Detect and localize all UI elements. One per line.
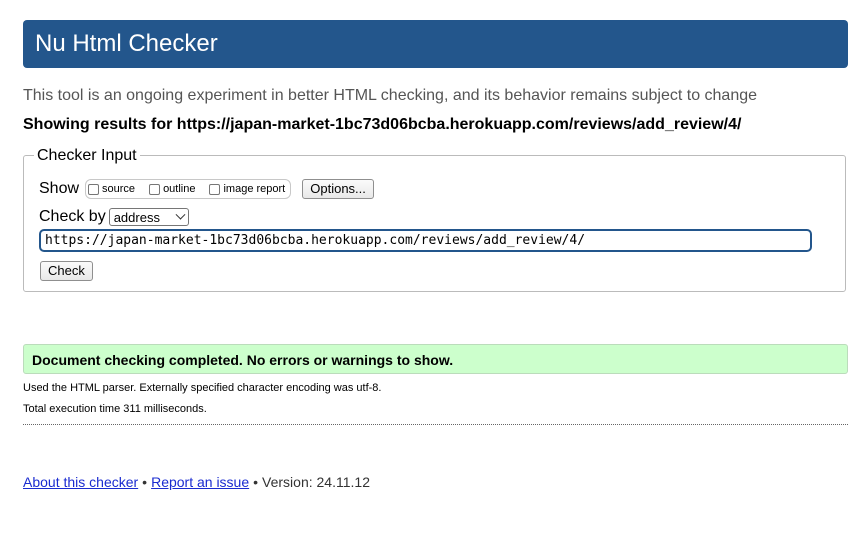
image-report-option-label: image report (223, 183, 286, 195)
chevron-down-icon (175, 209, 186, 220)
show-row: Show source outline image report Options… (39, 178, 374, 200)
image-report-checkbox[interactable] (209, 183, 221, 195)
check-by-selected-value: address (113, 209, 160, 225)
version-text: Version: 24.11.12 (262, 474, 370, 490)
source-option-label: source (102, 183, 136, 195)
check-by-label: Check by (39, 208, 106, 225)
source-checkbox[interactable] (88, 183, 100, 195)
check-by-row: Check by address (39, 206, 189, 228)
success-message: Document checking completed. No errors o… (32, 352, 454, 368)
options-button[interactable]: Options... (302, 179, 374, 199)
check-button[interactable]: Check (40, 261, 93, 281)
footer-separator: • (142, 474, 148, 490)
intro-text: This tool is an ongoing experiment in be… (23, 87, 758, 104)
page-title: Nu Html Checker (35, 30, 218, 57)
report-issue-link[interactable]: Report an issue (151, 474, 249, 490)
footer: About this checker • Report an issue • Versi… (23, 474, 370, 490)
about-link[interactable]: About this checker (23, 474, 138, 490)
check-by-select[interactable]: address (108, 208, 189, 226)
outline-option[interactable]: outline (149, 183, 195, 195)
header-banner: Nu Html Checker (23, 20, 848, 68)
divider (23, 424, 848, 425)
checker-input-legend: Checker Input (34, 146, 140, 166)
execution-time: Total execution time 311 milliseconds. (23, 403, 207, 415)
source-option[interactable]: source (88, 183, 135, 195)
show-label: Show (39, 180, 80, 197)
show-options-group: source outline image report (85, 179, 292, 199)
parser-info: Used the HTML parser. Externally specifi… (23, 382, 382, 394)
outline-option-label: outline (163, 183, 196, 195)
image-report-option[interactable]: image report (209, 183, 285, 195)
success-message-box: Document checking completed. No errors o… (23, 344, 848, 374)
results-for-heading: Showing results for https://japan-market… (23, 116, 742, 133)
outline-checkbox[interactable] (149, 183, 161, 195)
url-input[interactable]: https://japan-market-1bc73d06bcba.heroku… (39, 229, 812, 252)
page: Nu Html Checker This tool is an ongoing … (0, 0, 867, 554)
checker-input-fieldset: Checker Input Show source outline image … (23, 146, 846, 292)
footer-separator: • (253, 474, 259, 490)
